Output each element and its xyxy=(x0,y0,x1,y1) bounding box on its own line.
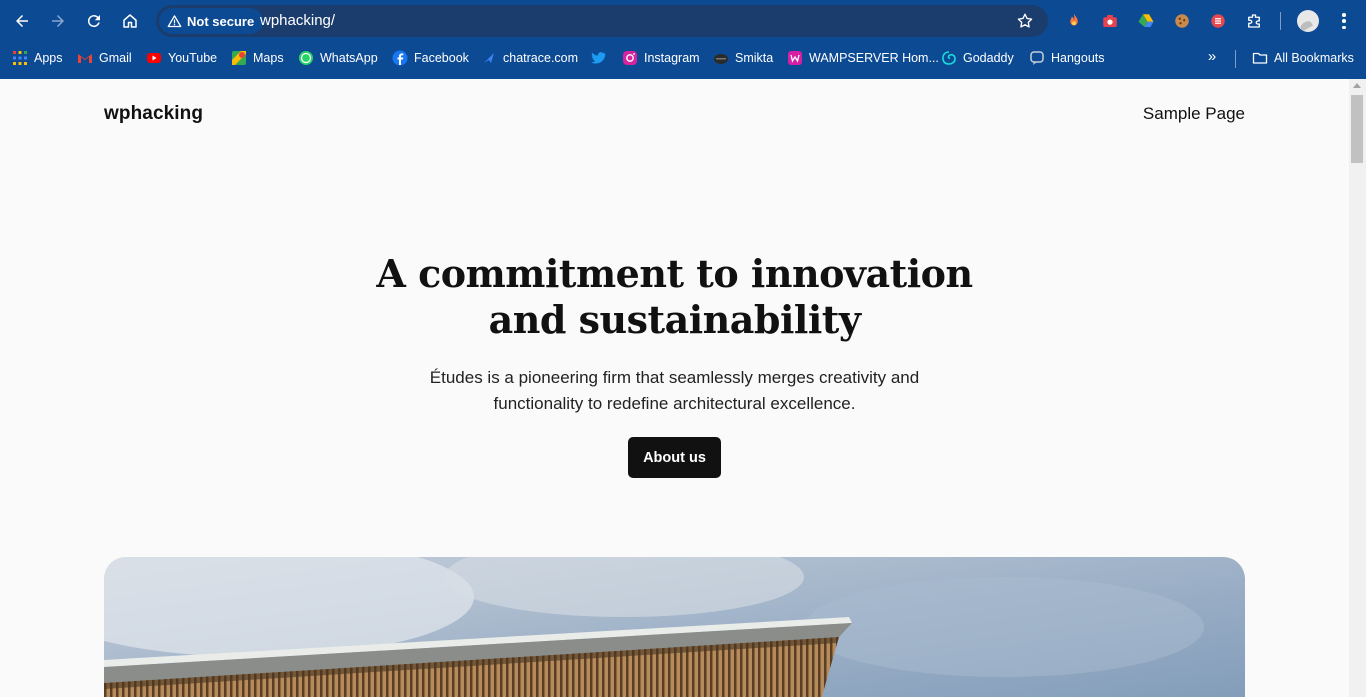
address-bar[interactable]: Not secure wphacking/ xyxy=(156,5,1048,37)
nav-link-sample-page[interactable]: Sample Page xyxy=(1143,104,1245,124)
extension-fire-icon[interactable] xyxy=(1064,11,1084,31)
reload-icon xyxy=(87,15,100,28)
hero-subtitle-line: functionality to redefine architectural … xyxy=(493,394,856,413)
warning-triangle-icon xyxy=(167,14,182,27)
browser-chrome: Not secure wphacking/ Apps Gmail YouTube… xyxy=(0,0,1366,79)
scroll-up-arrow-icon[interactable] xyxy=(1353,83,1361,88)
bookmarks-bar: Apps Gmail YouTube Maps WhatsApp Faceboo… xyxy=(0,42,1366,74)
whatsapp-icon xyxy=(298,50,314,66)
bookmark-smikta[interactable]: Smikta xyxy=(713,48,773,68)
hero-building-image xyxy=(104,557,1245,697)
chatrace-icon xyxy=(481,50,497,66)
toolbar-divider xyxy=(1280,12,1281,30)
bookmark-wampserver[interactable]: WAMPSERVER Hom... xyxy=(787,48,939,68)
twitter-icon xyxy=(590,50,606,66)
instagram-icon xyxy=(622,50,638,66)
bookmark-godaddy[interactable]: Godaddy xyxy=(941,48,1014,68)
hero-subtitle: Études is a pioneering firm that seamles… xyxy=(0,365,1349,417)
bookmark-twitter[interactable] xyxy=(590,48,606,68)
maps-icon xyxy=(231,50,247,66)
profile-avatar[interactable] xyxy=(1297,10,1319,32)
page-scrollbar[interactable] xyxy=(1349,79,1366,697)
folder-icon xyxy=(1252,50,1268,66)
forward-button[interactable] xyxy=(44,7,72,35)
browser-toolbar: Not secure wphacking/ xyxy=(0,0,1366,42)
site-title[interactable]: wphacking xyxy=(104,103,203,125)
gmail-icon xyxy=(77,50,93,66)
web-page: wphacking Sample Page A commitment to in… xyxy=(0,79,1349,697)
bookmark-chatrace[interactable]: chatrace.com xyxy=(481,48,578,68)
hangouts-icon xyxy=(1029,50,1045,66)
smikta-icon xyxy=(713,50,729,66)
bookmark-facebook[interactable]: Facebook xyxy=(392,48,469,68)
extensions-puzzle-icon[interactable] xyxy=(1244,11,1264,31)
scrollbar-thumb[interactable] xyxy=(1351,95,1363,163)
apps-grid-icon xyxy=(12,50,28,66)
url-text[interactable]: wphacking/ xyxy=(260,12,335,29)
home-icon xyxy=(123,14,137,28)
about-us-button[interactable]: About us xyxy=(628,437,721,478)
hero-title: A commitment to innovation and sustainab… xyxy=(0,251,1349,343)
hero-subtitle-line: Études is a pioneering firm that seamles… xyxy=(429,368,920,387)
all-bookmarks-button[interactable]: All Bookmarks xyxy=(1252,48,1354,68)
bookmark-apps[interactable]: Apps xyxy=(12,48,63,68)
back-button[interactable] xyxy=(8,7,36,35)
security-indicator[interactable]: Not secure xyxy=(159,8,264,34)
more-bookmarks-chevron-icon[interactable]: » xyxy=(1202,48,1222,68)
bookmark-gmail[interactable]: Gmail xyxy=(77,48,132,68)
youtube-icon xyxy=(146,50,162,66)
bookmark-hangouts[interactable]: Hangouts xyxy=(1029,48,1105,68)
hero-title-line: A commitment to innovation xyxy=(376,251,973,296)
bookmark-star-icon[interactable] xyxy=(1016,12,1034,30)
arrow-left-icon xyxy=(16,15,28,27)
browser-menu-button[interactable] xyxy=(1335,11,1353,31)
home-button[interactable] xyxy=(116,7,144,35)
bookmark-whatsapp[interactable]: WhatsApp xyxy=(298,48,378,68)
facebook-icon xyxy=(392,50,408,66)
wampserver-icon xyxy=(787,50,803,66)
extension-camera-icon[interactable] xyxy=(1100,11,1120,31)
arrow-right-icon xyxy=(52,15,64,27)
extension-drive-icon[interactable] xyxy=(1136,11,1156,31)
extension-shield-icon[interactable] xyxy=(1208,11,1228,31)
bookmarks-divider xyxy=(1235,50,1236,68)
bookmark-instagram[interactable]: Instagram xyxy=(622,48,700,68)
bookmark-youtube[interactable]: YouTube xyxy=(146,48,217,68)
extension-cookie-icon[interactable] xyxy=(1172,11,1192,31)
godaddy-icon xyxy=(941,50,957,66)
reload-button[interactable] xyxy=(80,7,108,35)
bookmark-maps[interactable]: Maps xyxy=(231,48,284,68)
hero-title-line: and sustainability xyxy=(488,297,861,342)
security-label: Not secure xyxy=(187,13,255,29)
